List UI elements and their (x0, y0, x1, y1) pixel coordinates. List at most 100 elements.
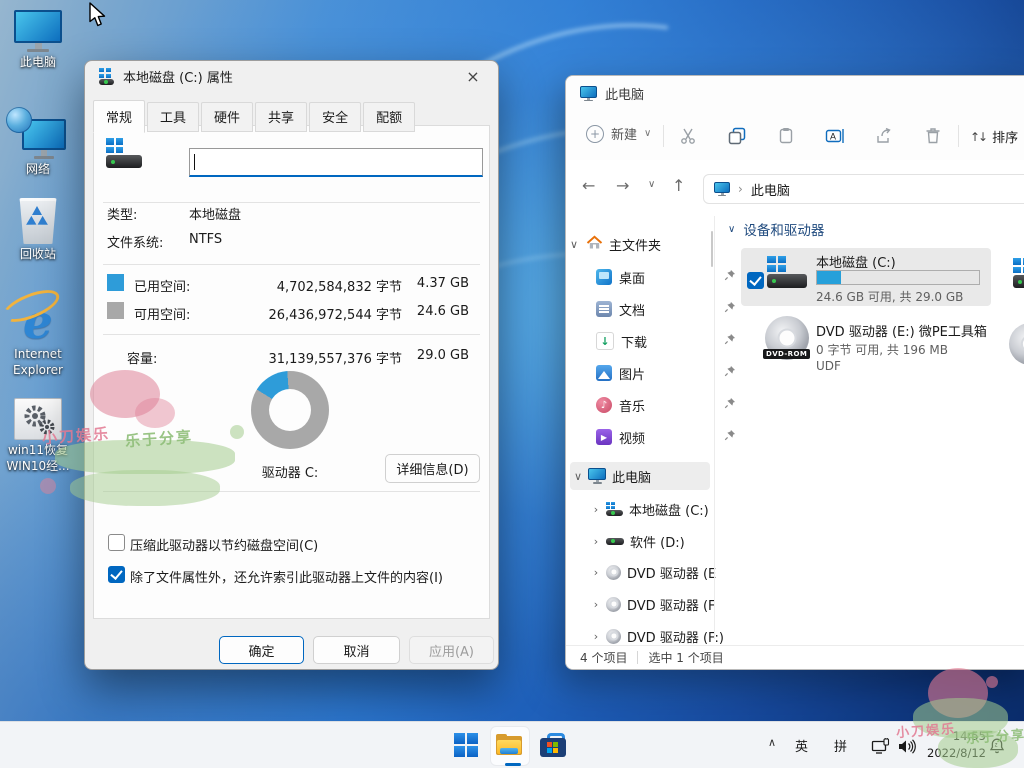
sort-button[interactable]: ↑↓ 排序 (970, 127, 1018, 146)
sort-icon: ↑↓ (970, 130, 986, 144)
drive-c-info: 24.6 GB 可用, 共 29.0 GB (816, 288, 963, 305)
back-icon[interactable]: ← (582, 176, 595, 195)
drive-usage-fill (817, 271, 841, 284)
drive-icon (606, 538, 624, 545)
sidebar-item-music[interactable]: ♪ 音乐 (566, 391, 742, 419)
rename-icon[interactable]: A (823, 124, 847, 148)
sidebar-item-dvd-f[interactable]: › DVD 驱动器 (F (566, 590, 736, 618)
address-bar[interactable]: › 此电脑 (703, 174, 1024, 204)
sidebar-item-label: 视频 (619, 428, 724, 447)
sidebar-item-this-pc[interactable]: ∨ 此电脑 (570, 462, 710, 490)
explorer-window: 此电脑 + 新建 ∨ (565, 75, 1024, 670)
apply-button[interactable]: 应用(A) (409, 636, 494, 664)
cancel-button[interactable]: 取消 (313, 636, 400, 664)
section-header-devices[interactable]: ∨ 设备和驱动器 (728, 219, 824, 239)
music-icon: ♪ (596, 397, 612, 413)
explorer-statusbar: 4 个项目 选中 1 个项目 (566, 645, 1024, 669)
drive-c-name[interactable]: 本地磁盘 (C:) (816, 252, 896, 271)
expander-icon[interactable]: › (588, 630, 604, 643)
forward-icon[interactable]: → (616, 176, 629, 195)
cut-icon[interactable] (676, 124, 700, 148)
sort-label: 排序 (992, 127, 1018, 146)
properties-dialog: 本地磁盘 (C:) 属性 × 常规 工具 硬件 共享 安全 配额 类型: 本地磁… (84, 60, 499, 670)
tab-general[interactable]: 常规 (93, 100, 145, 133)
ime-language-indicator[interactable]: 英 (795, 736, 808, 755)
hidden-icons-chevron[interactable]: ∧ (768, 736, 776, 749)
explorer-titlebar[interactable]: 此电脑 (566, 76, 1024, 111)
desktop-icon-win11-restore[interactable]: win11恢复 WIN10经... (0, 398, 76, 474)
explorer-title: 此电脑 (605, 84, 644, 103)
taskbar-file-explorer-button[interactable] (495, 731, 523, 759)
sidebar-item-label: 文档 (619, 300, 724, 319)
expander-icon[interactable]: › (588, 535, 604, 548)
delete-icon[interactable] (921, 124, 945, 148)
tab-security[interactable]: 安全 (309, 102, 361, 132)
desktop-icon-recycle-bin[interactable]: 回收站 (0, 198, 76, 263)
dialog-titlebar[interactable]: 本地磁盘 (C:) 属性 × (85, 61, 498, 91)
desktop-icon-this-pc[interactable]: 此电脑 (0, 10, 76, 71)
notification-bell-icon[interactable]: z (983, 732, 1011, 760)
expander-icon[interactable]: ∨ (566, 238, 582, 251)
new-button[interactable]: + 新建 ∨ (586, 124, 651, 143)
donut-caption: 驱动器 C: (230, 462, 350, 481)
taskbar-clock[interactable]: 14:55 2022/8/12 (916, 728, 986, 761)
explorer-navbar: ← → ∨ ↑ › 此电脑 (566, 160, 1024, 212)
dvd-rom-label: DVD-ROM (763, 349, 810, 359)
sidebar-scrollbar[interactable] (711, 231, 713, 267)
expander-icon[interactable]: › (588, 566, 604, 579)
expander-icon[interactable]: › (588, 503, 604, 516)
pane-divider (714, 216, 715, 639)
sidebar-item-desktop[interactable]: 桌面 (566, 263, 742, 291)
expander-icon[interactable]: › (588, 598, 604, 611)
history-chevron-icon[interactable]: ∨ (648, 179, 655, 190)
close-icon[interactable]: × (454, 63, 492, 89)
index-checkbox-label[interactable]: 除了文件属性外，还允许索引此驱动器上文件的内容(I) (130, 567, 443, 586)
ok-button[interactable]: 确定 (219, 636, 304, 664)
used-swatch (107, 274, 124, 291)
explorer-sidebar: ∨ 主文件夹 桌面 文档 ↓ 下载 (566, 212, 714, 646)
sidebar-item-pictures[interactable]: 图片 (566, 359, 742, 387)
type-value: 本地磁盘 (189, 204, 241, 223)
pin-icon (724, 333, 742, 349)
ime-layout-indicator[interactable]: 拼 (834, 736, 847, 755)
sidebar-item-label: 软件 (D:) (630, 532, 736, 551)
sidebar-item-home[interactable]: ∨ 主文件夹 (566, 230, 714, 258)
paste-icon[interactable] (774, 124, 798, 148)
index-checkbox[interactable] (108, 566, 125, 583)
section-chevron-icon: ∨ (728, 224, 735, 235)
share-icon[interactable] (872, 124, 896, 148)
tab-hardware[interactable]: 硬件 (201, 102, 253, 132)
item-checkbox[interactable] (747, 272, 764, 289)
sidebar-item-label: 主文件夹 (609, 235, 714, 254)
dialog-title: 本地磁盘 (C:) 属性 (123, 67, 233, 86)
mouse-cursor (88, 2, 108, 32)
compress-checkbox[interactable] (108, 534, 125, 551)
sidebar-item-videos[interactable]: ▶ 视频 (566, 423, 742, 451)
compress-checkbox-label[interactable]: 压缩此驱动器以节约磁盘空间(C) (130, 535, 318, 554)
active-indicator (505, 763, 521, 766)
sidebar-item-documents[interactable]: 文档 (566, 295, 742, 323)
this-pc-icon (714, 182, 730, 197)
dvd-e-name[interactable]: DVD 驱动器 (E:) 微PE工具箱 (816, 321, 987, 340)
expander-icon[interactable]: ∨ (570, 470, 586, 483)
sidebar-item-label: 本地磁盘 (C:) (629, 500, 736, 519)
volume-label-input[interactable] (189, 148, 483, 177)
sidebar-item-disk-d[interactable]: › 软件 (D:) (566, 527, 736, 555)
tab-sharing[interactable]: 共享 (255, 102, 307, 132)
downloads-icon: ↓ (596, 332, 614, 350)
sidebar-item-dvd-e[interactable]: › DVD 驱动器 (E (566, 558, 736, 586)
sidebar-item-downloads[interactable]: ↓ 下载 (566, 327, 742, 355)
desktop-icon-internet-explorer[interactable]: e Internet Explorer (0, 286, 76, 378)
sidebar-item-disk-c[interactable]: › 本地磁盘 (C:) (566, 495, 736, 523)
start-button[interactable] (452, 731, 480, 759)
network-icon[interactable] (866, 732, 894, 760)
copy-icon[interactable] (725, 124, 749, 148)
tab-tools[interactable]: 工具 (147, 102, 199, 132)
details-button[interactable]: 详细信息(D) (385, 454, 480, 483)
pictures-icon (596, 365, 612, 381)
up-icon[interactable]: ↑ (672, 176, 685, 195)
breadcrumb-root[interactable]: 此电脑 (751, 180, 790, 199)
tab-quota[interactable]: 配额 (363, 102, 415, 132)
taskbar-store-button[interactable] (539, 731, 567, 759)
desktop-icon-network[interactable]: 网络 (0, 105, 76, 178)
